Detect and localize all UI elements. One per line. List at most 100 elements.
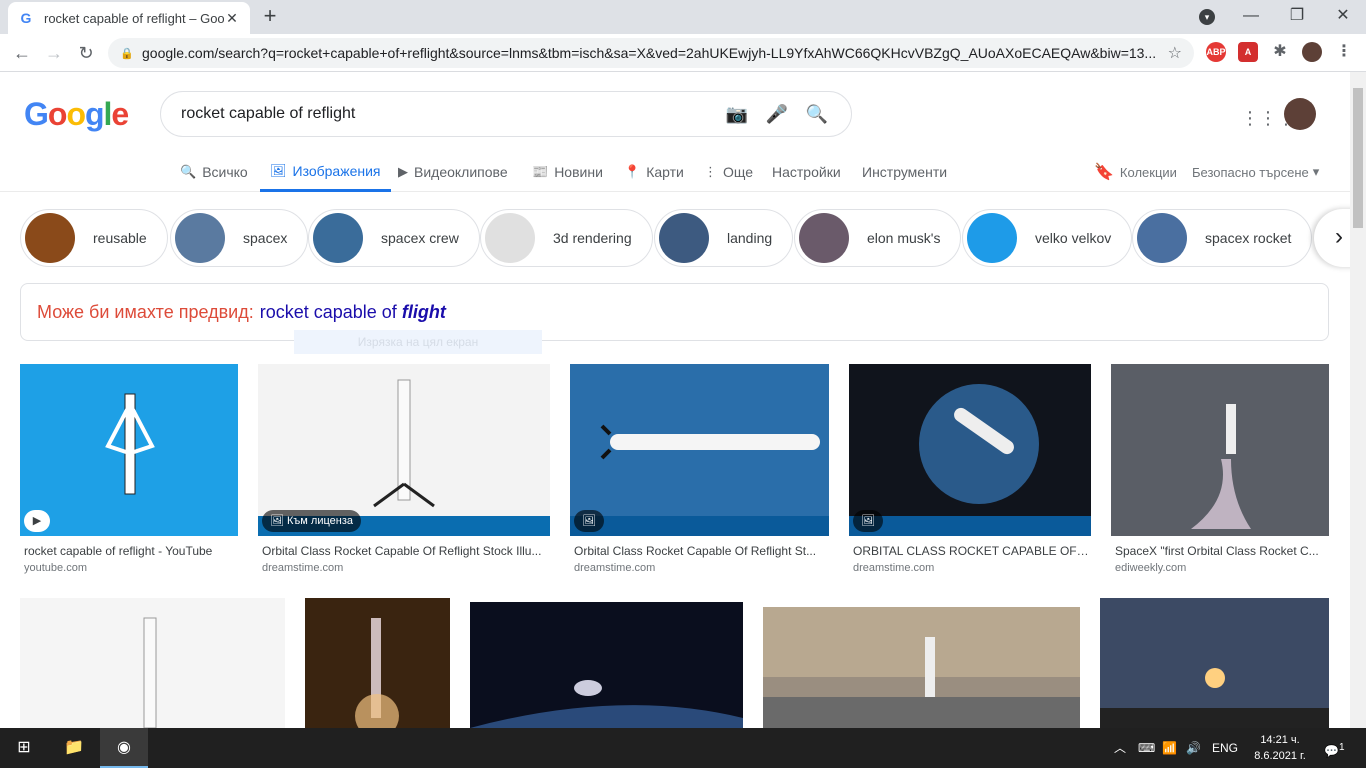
wifi-icon[interactable]: 📶 xyxy=(1162,728,1177,768)
result-caption[interactable]: rocket capable of reflight - YouTube xyxy=(24,544,236,558)
restore-button[interactable]: ❐ xyxy=(1274,0,1320,34)
result-thumbnail[interactable] xyxy=(20,598,285,728)
result-card[interactable] xyxy=(1100,598,1329,728)
result-caption[interactable]: Orbital Class Rocket Capable Of Reflight… xyxy=(574,544,827,558)
windows-start-icon[interactable]: ⊞ xyxy=(0,728,48,768)
tab-maps[interactable]: 📍 Карти xyxy=(624,152,684,192)
result-caption[interactable]: Orbital Class Rocket Capable Of Reflight… xyxy=(262,544,548,558)
microphone-icon[interactable]: 🎤 xyxy=(763,104,791,125)
clock-time: 14:21 ч. xyxy=(1260,734,1300,746)
account-avatar[interactable] xyxy=(1284,98,1316,130)
google-logo[interactable]: Google xyxy=(24,96,129,133)
result-thumbnail[interactable] xyxy=(763,607,1080,728)
chip-landing[interactable]: landing xyxy=(654,209,794,267)
page-scrollbar[interactable] xyxy=(1350,72,1366,728)
new-tab-button[interactable]: + xyxy=(258,5,282,29)
chip-spacex[interactable]: spacex xyxy=(170,209,309,267)
address-bar[interactable]: 🔒 google.com/search?q=rocket+capable+of+… xyxy=(108,38,1194,68)
tab-more[interactable]: ⋮ Още xyxy=(704,152,753,192)
result-card[interactable]: SpaceX "first Orbital Class Rocket C... … xyxy=(1111,364,1329,584)
did-you-mean-link[interactable]: rocket capable of flight xyxy=(260,302,446,323)
result-source[interactable]: dreamstime.com xyxy=(853,562,934,574)
scrollbar-thumb[interactable] xyxy=(1353,88,1363,228)
result-thumbnail[interactable] xyxy=(1111,364,1329,536)
chip-elon-musks[interactable]: elon musk's xyxy=(794,209,962,267)
more-icon: ⋮ xyxy=(704,164,717,179)
tab-news[interactable]: 📰 Новини xyxy=(532,152,603,192)
chip-spacex-rocket[interactable]: spacex rocket xyxy=(1132,209,1313,267)
extensions-puzzle-icon[interactable]: ✱ xyxy=(1270,42,1290,62)
close-window-button[interactable]: ✕ xyxy=(1320,0,1366,34)
result-thumbnail[interactable] xyxy=(470,602,743,728)
bookmark-icon: 🔖 xyxy=(1094,164,1114,181)
result-thumbnail[interactable]: 🖼 xyxy=(570,364,829,536)
clock[interactable]: 14:21 ч. 8.6.2021 г. xyxy=(1250,732,1310,764)
settings-link[interactable]: Настройки xyxy=(772,152,841,192)
camera-icon[interactable]: 📷 xyxy=(723,104,751,125)
result-card[interactable]: 🖼 ORBITAL CLASS ROCKET CAPABLE OF R... d… xyxy=(849,364,1091,584)
browser-tab[interactable]: G rocket capable of reflight – Google ✕ xyxy=(8,2,250,34)
close-tab-icon[interactable]: ✕ xyxy=(224,10,240,27)
tray-chevron-up-icon[interactable]: ︿ xyxy=(1114,728,1126,768)
forward-button[interactable]: → xyxy=(41,40,67,66)
result-card[interactable]: 🖼 Към лиценза Orbital Class Rocket Capab… xyxy=(258,364,550,584)
adblock-extension-icon[interactable]: ABP xyxy=(1206,42,1226,62)
result-card[interactable] xyxy=(20,598,285,728)
minimize-button[interactable]: — xyxy=(1228,0,1274,34)
related-chips: reusable spacex spacex crew 3d rendering… xyxy=(20,209,1350,267)
result-thumbnail[interactable] xyxy=(1100,598,1329,728)
result-thumbnail[interactable]: ▶ xyxy=(20,364,238,536)
chip-spacex-crew[interactable]: spacex crew xyxy=(308,209,480,267)
tab-all[interactable]: 🔍 Всичко xyxy=(180,152,248,192)
lock-icon[interactable]: 🔒 xyxy=(120,47,134,60)
chip-thumbnail xyxy=(313,213,363,263)
result-source[interactable]: youtube.com xyxy=(24,562,87,574)
result-source[interactable]: dreamstime.com xyxy=(262,562,343,574)
image-badge-icon: 🖼 xyxy=(574,510,604,532)
volume-icon[interactable]: 🔊 xyxy=(1186,728,1201,768)
tab-videos[interactable]: ▶ Видеоклипове xyxy=(398,152,508,192)
launchpad-illustration xyxy=(763,607,1080,728)
result-thumbnail[interactable] xyxy=(305,598,450,728)
ime-icon[interactable]: ⌨ xyxy=(1138,728,1155,768)
result-thumbnail[interactable]: 🖼 xyxy=(849,364,1091,536)
chevron-right-icon[interactable]: › xyxy=(1314,209,1350,267)
menu-kebab-icon[interactable]: ⋮ xyxy=(1334,42,1354,62)
result-card[interactable] xyxy=(470,602,743,728)
search-box[interactable]: rocket capable of reflight 📷 🎤 🔍 xyxy=(160,91,852,137)
result-source[interactable]: ediweekly.com xyxy=(1115,562,1186,574)
search-icon: 🔍 xyxy=(180,164,197,179)
result-thumbnail[interactable]: 🖼 Към лиценза xyxy=(258,364,550,536)
license-badge[interactable]: 🖼 Към лиценза xyxy=(262,510,362,532)
reload-button[interactable]: ↻ xyxy=(73,40,99,66)
file-explorer-icon[interactable]: 📁 xyxy=(50,728,98,768)
result-card[interactable]: 🖼 Orbital Class Rocket Capable Of Reflig… xyxy=(570,364,829,584)
google-apps-icon[interactable]: ⋮⋮⋮ xyxy=(1241,106,1295,130)
result-card[interactable] xyxy=(305,598,450,728)
language-indicator[interactable]: ENG xyxy=(1212,728,1238,768)
result-card[interactable] xyxy=(763,607,1080,728)
back-button[interactable]: ← xyxy=(9,40,35,66)
chip-thumbnail xyxy=(967,213,1017,263)
result-card[interactable]: ▶ rocket capable of reflight - YouTube y… xyxy=(20,364,238,584)
result-source[interactable]: dreamstime.com xyxy=(574,562,655,574)
search-icon[interactable]: 🔍 xyxy=(803,104,831,125)
notification-center-icon[interactable]: 💬1 xyxy=(1324,728,1345,768)
pdf-extension-icon[interactable]: A xyxy=(1238,42,1258,62)
tab-search-icon[interactable]: ▾ xyxy=(1199,9,1215,25)
chip-3d-rendering[interactable]: 3d rendering xyxy=(480,209,653,267)
result-caption[interactable]: SpaceX "first Orbital Class Rocket C... xyxy=(1115,544,1327,558)
tab-images[interactable]: 🖼 Изображения xyxy=(260,152,391,192)
safe-search-dropdown[interactable]: Безопасно търсене ▾ xyxy=(1192,152,1319,192)
rocket-launch-illustration xyxy=(1191,404,1251,529)
chip-velko-velkov[interactable]: velko velkov xyxy=(962,209,1133,267)
bookmark-star-icon[interactable]: ☆ xyxy=(1168,43,1182,63)
tools-link[interactable]: Инструменти xyxy=(862,152,947,192)
collections-link[interactable]: 🔖 Колекции xyxy=(1094,152,1177,192)
profile-avatar[interactable] xyxy=(1302,42,1322,62)
result-caption[interactable]: ORBITAL CLASS ROCKET CAPABLE OF R... xyxy=(853,544,1089,558)
chip-reusable[interactable]: reusable xyxy=(20,209,168,267)
search-input[interactable]: rocket capable of reflight xyxy=(181,105,711,123)
chrome-taskbar-icon[interactable]: ◉ xyxy=(100,728,148,768)
map-pin-icon: 📍 xyxy=(624,164,641,179)
